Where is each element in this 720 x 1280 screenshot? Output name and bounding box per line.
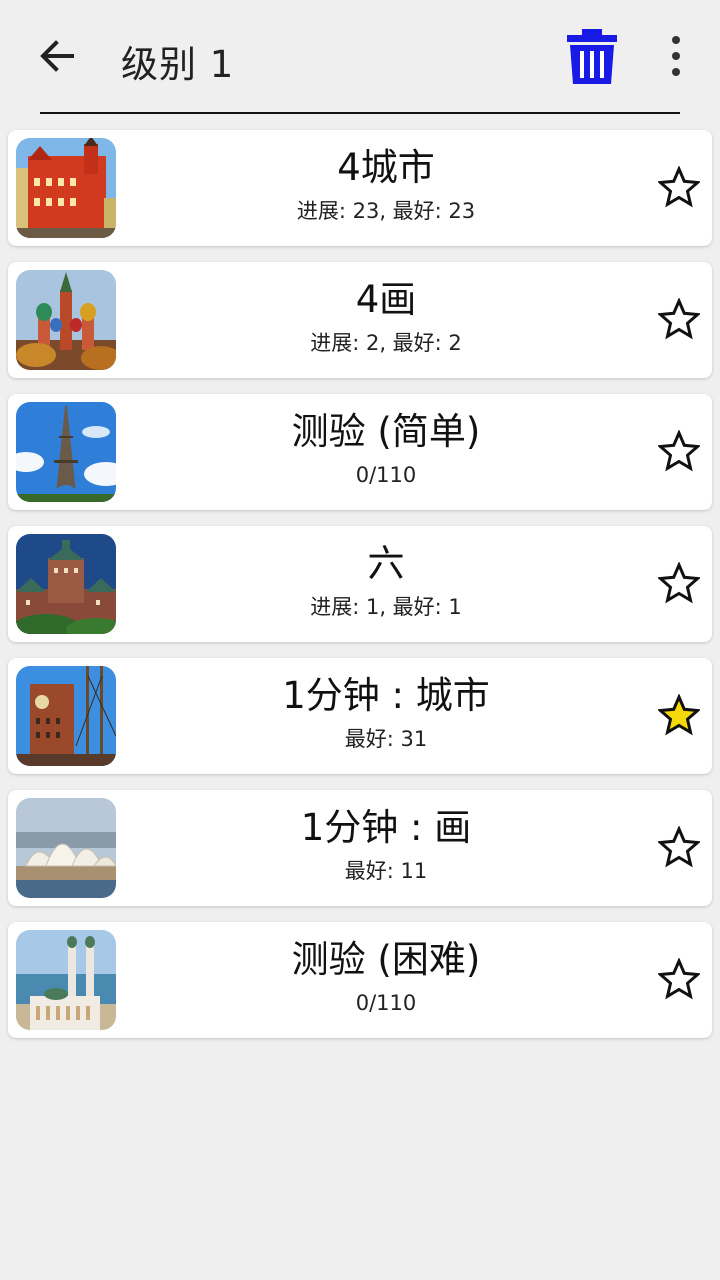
- item-title: 1分钟 : 画: [300, 806, 472, 849]
- favorite-star-button[interactable]: [658, 562, 700, 604]
- list-item[interactable]: 4城市 进展: 23, 最好: 23: [8, 130, 712, 246]
- list-item[interactable]: 测验 (困难) 0/110: [8, 922, 712, 1038]
- item-title: 测验 (简单): [291, 410, 481, 453]
- st-basils-cathedral-image: [16, 270, 116, 370]
- item-title: 六: [367, 542, 405, 585]
- star-outline-icon: [658, 958, 700, 1000]
- star-outline-icon: [658, 562, 700, 604]
- list-item[interactable]: 测验 (简单) 0/110: [8, 394, 712, 510]
- more-vert-icon: [672, 36, 680, 44]
- trash-icon: [567, 29, 617, 84]
- favorite-star-button[interactable]: [658, 694, 700, 736]
- list-item[interactable]: 1分钟 : 城市 最好: 31: [8, 658, 712, 774]
- star-outline-icon: [658, 826, 700, 868]
- header-divider: [40, 112, 680, 114]
- oslo-city-hall-image: [16, 666, 116, 766]
- star-filled-icon: [658, 694, 700, 736]
- eiffel-tower-image: [16, 402, 116, 502]
- item-title: 1分钟 : 城市: [282, 674, 490, 717]
- item-title: 测验 (困难): [291, 938, 481, 981]
- more-options-button[interactable]: [660, 36, 692, 76]
- item-progress: 最好: 11: [344, 859, 428, 883]
- list-item[interactable]: 1分钟 : 画 最好: 11: [8, 790, 712, 906]
- favorite-star-button[interactable]: [658, 298, 700, 340]
- star-outline-icon: [658, 166, 700, 208]
- item-progress: 0/110: [355, 463, 417, 487]
- star-outline-icon: [658, 430, 700, 472]
- favorite-star-button[interactable]: [658, 166, 700, 208]
- star-outline-icon: [658, 298, 700, 340]
- favorite-star-button[interactable]: [658, 430, 700, 472]
- list-item[interactable]: 4画 进展: 2, 最好: 2: [8, 262, 712, 378]
- item-progress: 进展: 1, 最好: 1: [310, 595, 462, 619]
- page-title: 级别 1: [121, 43, 235, 86]
- item-progress: 进展: 2, 最好: 2: [310, 331, 462, 355]
- list-item[interactable]: 六 进展: 1, 最好: 1: [8, 526, 712, 642]
- mosque-by-sea-image: [16, 930, 116, 1030]
- app-bar: 级别 1: [0, 0, 720, 114]
- item-progress: 进展: 23, 最好: 23: [296, 199, 476, 223]
- back-button[interactable]: [30, 32, 82, 80]
- delete-button[interactable]: [564, 27, 620, 87]
- item-progress: 最好: 31: [344, 727, 428, 751]
- favorite-star-button[interactable]: [658, 958, 700, 1000]
- red-town-hall-image: [16, 138, 116, 238]
- item-progress: 0/110: [355, 991, 417, 1015]
- arrow-left-icon: [40, 40, 74, 72]
- favorite-star-button[interactable]: [658, 826, 700, 868]
- item-title: 4城市: [337, 146, 435, 189]
- sydney-opera-house-image: [16, 798, 116, 898]
- chateau-frontenac-image: [16, 534, 116, 634]
- level-list: 4城市 进展: 23, 最好: 23 4画 进展: 2, 最好: 2 测验 (简…: [8, 130, 712, 1054]
- item-title: 4画: [355, 278, 417, 321]
